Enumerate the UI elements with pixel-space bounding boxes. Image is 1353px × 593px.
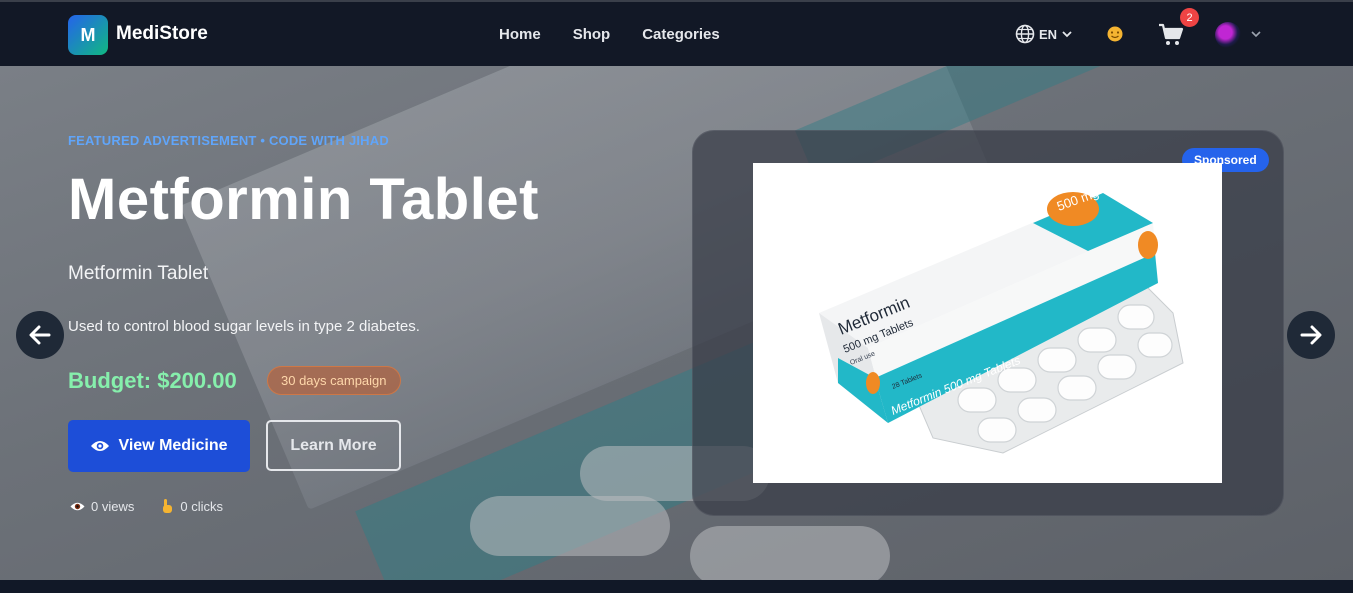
ad-stats: 0 views 0 clicks — [70, 498, 223, 514]
nav-home[interactable]: Home — [499, 26, 541, 43]
background-decoration — [470, 496, 670, 556]
clicks-stat: 0 clicks — [160, 498, 223, 514]
cart-icon[interactable] — [1158, 23, 1184, 52]
nav-links: Home Shop Categories — [499, 26, 720, 43]
hero-description: Used to control blood sugar levels in ty… — [68, 318, 420, 335]
view-medicine-button[interactable]: View Medicine — [68, 420, 250, 472]
brand-logo[interactable]: M — [68, 15, 108, 55]
hero-subtitle: Metformin Tablet — [68, 263, 209, 284]
brand-name[interactable]: MediStore — [116, 23, 208, 45]
navbar: M MediStore Home Shop Categories EN 2 — [0, 2, 1353, 66]
globe-icon — [1015, 24, 1035, 44]
language-label: EN — [1039, 26, 1058, 42]
cart-count-badge: 2 — [1180, 8, 1199, 27]
carousel-next-button[interactable] — [1287, 311, 1335, 359]
chevron-down-icon[interactable] — [1250, 28, 1262, 40]
view-medicine-label: View Medicine — [118, 437, 228, 454]
chevron-down-icon — [1062, 31, 1072, 38]
eye-icon — [70, 502, 85, 510]
theme-toggle-icon[interactable] — [1106, 25, 1124, 48]
medicine-box-illustration: 500 mg Metformin 500 mg Tablets Oral use… — [819, 185, 1184, 454]
carousel-prev-button[interactable] — [16, 311, 64, 359]
views-count: 0 views — [91, 498, 135, 514]
avatar[interactable] — [1215, 22, 1241, 48]
product-image[interactable]: 500 mg Metformin 500 mg Tablets Oral use… — [753, 163, 1222, 483]
pointing-hand-icon — [163, 499, 173, 513]
background-decoration — [690, 526, 890, 580]
campaign-badge: 30 days campaign — [267, 366, 401, 395]
nav-shop[interactable]: Shop — [573, 26, 611, 43]
budget-label: Budget: $200.00 — [68, 368, 237, 393]
language-switcher[interactable]: EN — [1015, 24, 1073, 44]
arrow-left-icon — [29, 325, 51, 345]
eyebrow-label: FEATURED ADVERTISEMENT • CODE WITH JIHAD — [68, 133, 389, 148]
page-bottom-band — [0, 580, 1353, 593]
learn-more-button[interactable]: Learn More — [266, 420, 401, 471]
views-stat: 0 views — [70, 498, 134, 514]
arrow-right-icon — [1300, 325, 1322, 345]
nav-categories[interactable]: Categories — [642, 26, 720, 43]
eye-icon — [91, 441, 110, 451]
hero-title: Metformin Tablet — [68, 167, 539, 232]
clicks-count: 0 clicks — [180, 498, 223, 514]
